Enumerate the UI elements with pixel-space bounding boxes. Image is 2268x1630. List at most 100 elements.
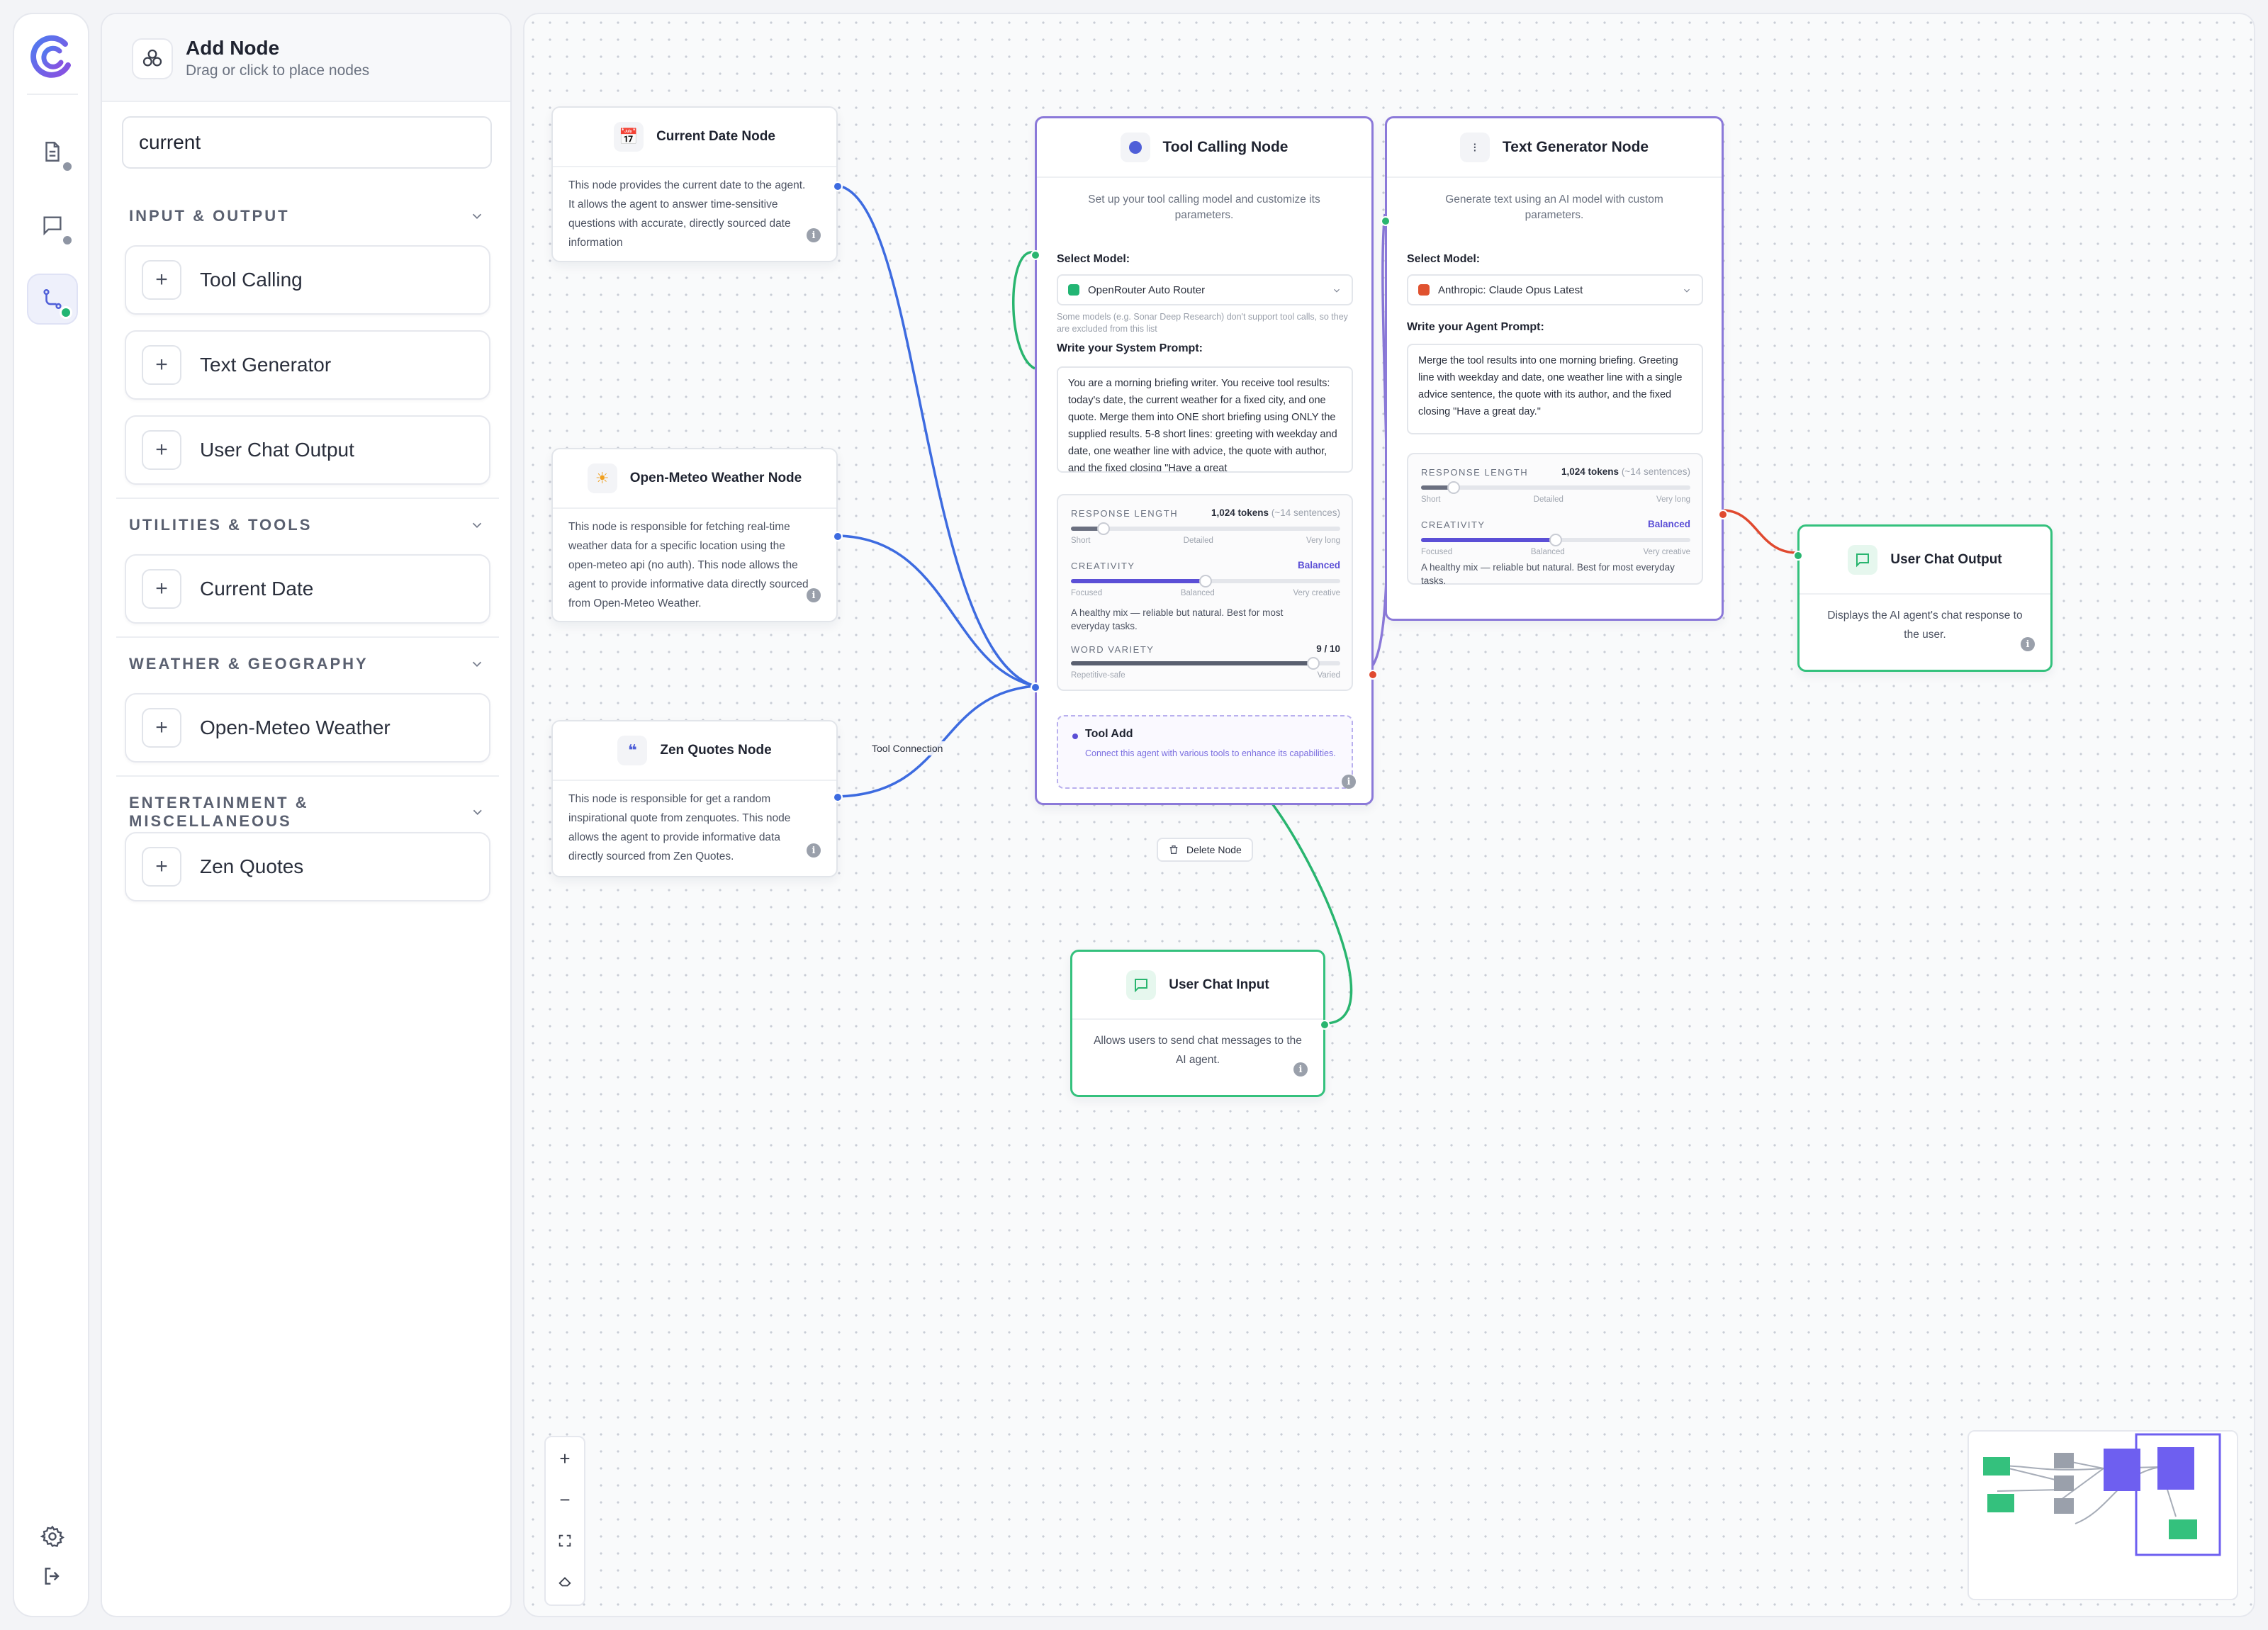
model-select[interactable]: Anthropic: Claude Opus Latest bbox=[1407, 274, 1703, 305]
output-port[interactable] bbox=[1368, 670, 1378, 680]
info-icon[interactable]: i bbox=[2021, 637, 2035, 651]
word-variety-slider[interactable] bbox=[1071, 657, 1340, 670]
weather-node[interactable]: ☀ Open-Meteo Weather Node This node is r… bbox=[551, 448, 843, 622]
word-variety-value: 9 / 10 bbox=[1316, 643, 1340, 654]
node-title: Current Date Node bbox=[656, 129, 775, 144]
category-utilities-tools[interactable]: UTILITIES & TOOLS bbox=[129, 516, 485, 534]
info-icon[interactable]: i bbox=[807, 228, 821, 242]
parameters-panel: RESPONSE LENGTH 1,024 tokens (~14 senten… bbox=[1407, 453, 1703, 586]
input-port[interactable] bbox=[1793, 551, 1803, 561]
model-select[interactable]: OpenRouter Auto Router bbox=[1057, 274, 1353, 305]
current-date-node[interactable]: 📅 Current Date Node This node provides t… bbox=[551, 106, 843, 262]
text-generator-node[interactable]: ⁝ Text Generator Node Generate text usin… bbox=[1381, 116, 1728, 621]
output-port[interactable] bbox=[833, 792, 843, 802]
lock-icon bbox=[558, 1577, 571, 1587]
edge-chat-input-loop bbox=[1012, 251, 1035, 370]
add-node-panel: Add Node Drag or click to place nodes IN… bbox=[101, 13, 512, 1617]
tool-calling-node[interactable]: Tool Calling Node Set up your tool calli… bbox=[1031, 116, 1378, 805]
system-prompt-textarea[interactable]: You are a morning briefing writer. You r… bbox=[1057, 366, 1353, 473]
info-icon[interactable]: i bbox=[807, 843, 821, 858]
rail-divider bbox=[27, 94, 78, 95]
info-icon[interactable]: i bbox=[1293, 1062, 1308, 1077]
zen-quotes-node[interactable]: ❝ Zen Quotes Node This node is responsib… bbox=[551, 720, 843, 877]
plus-icon: + bbox=[142, 708, 181, 748]
category-input-output[interactable]: INPUT & OUTPUT bbox=[129, 207, 485, 225]
flow-canvas[interactable]: 📅 Current Date Node This node provides t… bbox=[523, 13, 2255, 1617]
category-entertainment-misc[interactable]: ENTERTAINMENT & MISCELLANEOUS bbox=[129, 794, 485, 831]
chat-icon bbox=[1126, 970, 1157, 1000]
node-header: 📅 Current Date Node bbox=[553, 108, 836, 167]
category-label: INPUT & OUTPUT bbox=[129, 207, 290, 225]
response-length-value: 1,024 tokens (~14 sentences) bbox=[1561, 466, 1690, 477]
model-color-swatch bbox=[1068, 284, 1079, 296]
select-model-label: Select Model: bbox=[1407, 253, 1481, 265]
zoom-out-button[interactable]: − bbox=[546, 1480, 584, 1519]
node-item-tool-calling[interactable]: + Tool Calling bbox=[125, 245, 490, 315]
node-title: Open-Meteo Weather Node bbox=[629, 471, 802, 485]
output-port[interactable] bbox=[833, 181, 843, 191]
canvas-controls: + − bbox=[544, 1436, 585, 1606]
creativity-value: Balanced bbox=[1647, 519, 1690, 529]
edge-current-date bbox=[837, 184, 1035, 687]
node-description: Displays the AI agent's chat response to… bbox=[1827, 609, 2023, 641]
chat-button[interactable] bbox=[27, 200, 78, 251]
node-header: ⁝ Text Generator Node bbox=[1387, 118, 1722, 178]
response-length-slider[interactable] bbox=[1421, 481, 1690, 494]
output-port[interactable] bbox=[1718, 510, 1728, 519]
logout-icon bbox=[45, 1568, 60, 1585]
lock-button[interactable] bbox=[546, 1562, 584, 1602]
flow-builder-button[interactable] bbox=[27, 274, 78, 325]
chevron-down-icon bbox=[473, 809, 482, 815]
divider bbox=[116, 636, 499, 638]
info-icon[interactable]: i bbox=[1342, 775, 1356, 789]
tool-input-port[interactable] bbox=[1031, 682, 1040, 692]
plus-icon: + bbox=[142, 260, 181, 300]
tool-add-description: Connect this agent with various tools to… bbox=[1085, 748, 1336, 758]
input-port[interactable] bbox=[1381, 216, 1391, 226]
delete-node-button[interactable]: Delete Node bbox=[1157, 838, 1253, 862]
node-item-text-generator[interactable]: + Text Generator bbox=[125, 330, 490, 400]
fit-view-button[interactable] bbox=[546, 1521, 584, 1561]
output-port[interactable] bbox=[833, 532, 843, 541]
node-description: This node is responsible for get a rando… bbox=[568, 793, 791, 862]
node-search-input[interactable] bbox=[122, 116, 492, 169]
zoom-in-button[interactable]: + bbox=[546, 1439, 584, 1478]
output-port[interactable] bbox=[1320, 1020, 1330, 1030]
node-item-user-chat-output[interactable]: + User Chat Output bbox=[125, 415, 490, 485]
node-item-label: Tool Calling bbox=[200, 269, 303, 291]
node-item-open-meteo-weather[interactable]: + Open-Meteo Weather bbox=[125, 693, 490, 763]
model-hint: Some models (e.g. Sonar Deep Research) d… bbox=[1057, 312, 1348, 334]
category-label: ENTERTAINMENT & MISCELLANEOUS bbox=[129, 794, 309, 830]
agent-prompt-textarea[interactable]: Merge the tool results into one morning … bbox=[1407, 344, 1703, 434]
category-weather-geography[interactable]: WEATHER & GEOGRAPHY bbox=[129, 655, 485, 673]
documents-button[interactable] bbox=[27, 126, 78, 177]
response-length-label: RESPONSE LENGTH bbox=[1071, 508, 1179, 519]
panel-subtitle: Drag or click to place nodes bbox=[186, 62, 370, 79]
creativity-slider[interactable] bbox=[1421, 534, 1690, 546]
node-header: ❝ Zen Quotes Node bbox=[553, 721, 836, 781]
logout-button[interactable] bbox=[27, 1555, 78, 1597]
creativity-label: CREATIVITY bbox=[1421, 519, 1486, 530]
minimap[interactable] bbox=[1967, 1430, 2238, 1600]
info-icon[interactable]: i bbox=[807, 588, 821, 602]
user-chat-output-node[interactable]: User Chat Output Displays the AI agent's… bbox=[1793, 524, 2053, 672]
creativity-slider[interactable] bbox=[1071, 575, 1340, 588]
fit-view-icon bbox=[558, 1534, 571, 1547]
model-select-value: Anthropic: Claude Opus Latest bbox=[1438, 283, 1583, 296]
category-label: WEATHER & GEOGRAPHY bbox=[129, 655, 369, 673]
user-chat-input-node[interactable]: User Chat Input Allows users to send cha… bbox=[1070, 950, 1330, 1097]
node-item-current-date[interactable]: + Current Date bbox=[125, 554, 490, 624]
response-length-slider[interactable] bbox=[1071, 522, 1340, 535]
sun-icon: ☀ bbox=[587, 463, 617, 493]
trash-icon bbox=[1169, 845, 1178, 854]
node-header: ☀ Open-Meteo Weather Node bbox=[553, 449, 836, 509]
tool-add-dropzone[interactable]: Tool Add Connect this agent with various… bbox=[1057, 715, 1353, 789]
node-item-zen-quotes[interactable]: + Zen Quotes bbox=[125, 832, 490, 901]
input-port[interactable] bbox=[1031, 250, 1040, 260]
nodes-icon bbox=[132, 38, 173, 79]
response-length-ticks: Short Detailed Very long bbox=[1071, 536, 1340, 545]
status-dot bbox=[61, 160, 74, 173]
settings-button[interactable] bbox=[27, 1515, 78, 1558]
node-description: Allows users to send chat messages to th… bbox=[1094, 1035, 1302, 1066]
logo-icon[interactable] bbox=[28, 33, 77, 81]
